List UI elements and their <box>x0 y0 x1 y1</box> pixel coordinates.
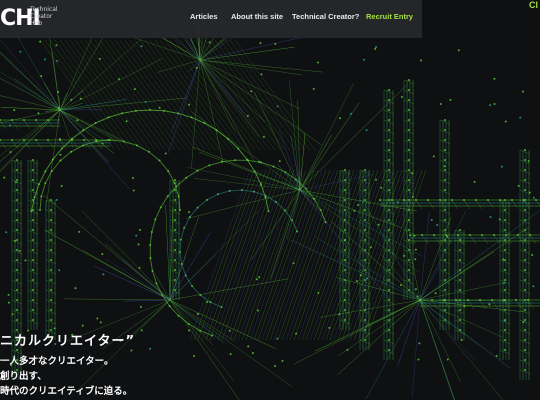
hero-line: 創り出す、 <box>0 371 47 382</box>
logo-text: Technical Creator Hub <box>30 6 90 27</box>
hero-title: ニカルクリエイター” <box>0 334 136 349</box>
nav-articles[interactable]: Articles <box>190 12 218 21</box>
hero-line: 一人多才なクリエイター。 <box>0 356 114 367</box>
nav-about[interactable]: About this site <box>231 12 283 21</box>
logo-text-line: Technical <box>30 6 58 13</box>
nav-recruit-entry[interactable]: Recruit Entry <box>366 12 413 21</box>
hero-description: 一人多才なクリエイター。 創り出す、 時代のクリエイティブに迫る。 <box>0 354 132 399</box>
hero-line: 時代のクリエイティブに迫る。 <box>0 386 133 397</box>
nav-technical-creator[interactable]: Technical Creator? <box>292 12 359 21</box>
logo-text-line: Creator <box>30 13 53 20</box>
corner-label[interactable]: Cl <box>529 0 538 10</box>
logo-text-line: Hub <box>30 20 43 27</box>
site-header: CHI Technical Creator Hub Articles About… <box>0 0 422 38</box>
